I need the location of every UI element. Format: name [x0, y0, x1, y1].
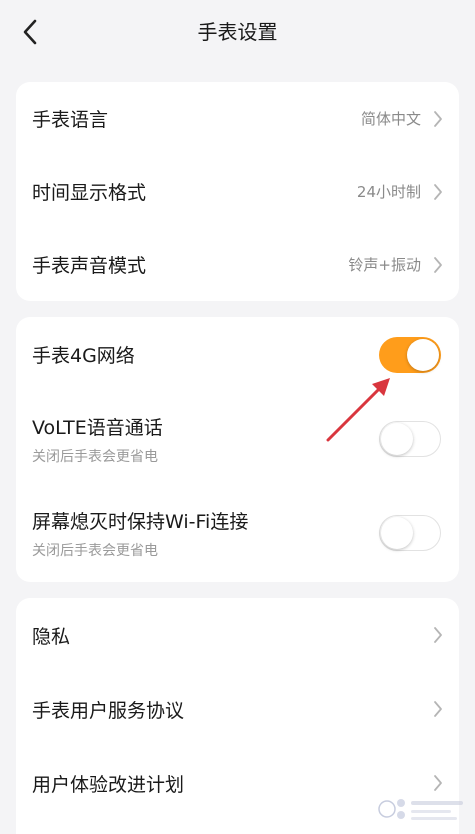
setting-row-sound-mode[interactable]: 手表声音模式 铃声+振动 [16, 228, 459, 301]
toggle-volte[interactable] [379, 421, 441, 457]
chevron-right-icon [431, 625, 445, 645]
setting-row-language[interactable]: 手表语言 简体中文 [16, 82, 459, 155]
setting-row-4g: 手表4G网络 [16, 317, 459, 393]
setting-row-volte: VoLTE语音通话 关闭后手表会更省电 [16, 393, 459, 483]
toggle-knob [381, 516, 413, 549]
chevron-right-icon [431, 699, 445, 719]
setting-value: 简体中文 [360, 110, 421, 128]
toggle-knob [407, 339, 439, 371]
settings-card-network: 手表4G网络 VoLTE语音通话 关闭后手表会更省电 屏幕熄灭时保持Wi-Fi连… [16, 317, 459, 582]
toggle-4g-network[interactable] [379, 337, 441, 373]
setting-value: 铃声+振动 [348, 256, 421, 274]
setting-label: VoLTE语音通话 [32, 417, 163, 439]
setting-row-time-format[interactable]: 时间显示格式 24小时制 [16, 155, 459, 228]
page-title: 手表设置 [197, 20, 278, 44]
setting-label: 用户体验改进计划 [32, 773, 185, 796]
setting-subtext: 关闭后手表会更省电 [32, 543, 158, 559]
setting-label: 隐私 [32, 625, 71, 648]
setting-label: 手表声音模式 [32, 255, 147, 277]
chevron-right-icon [431, 182, 445, 202]
header: 手表设置 [0, 0, 475, 64]
chevron-right-icon [431, 255, 445, 275]
setting-label: 手表语言 [32, 109, 109, 131]
toggle-knob [381, 422, 413, 455]
setting-label: 手表用户服务协议 [32, 699, 185, 722]
setting-value: 24小时制 [356, 183, 421, 201]
chevron-right-icon [431, 773, 445, 793]
setting-row-wifi-keep: 屏幕熄灭时保持Wi-Fi连接 关闭后手表会更省电 [16, 487, 459, 582]
setting-label: 手表4G网络 [32, 345, 135, 367]
chevron-right-icon [431, 109, 445, 129]
setting-label: 屏幕熄灭时保持Wi-Fi连接 [32, 511, 249, 533]
setting-label: 时间显示格式 [32, 182, 147, 204]
setting-subtext: 关闭后手表会更省电 [32, 449, 158, 465]
watermark-logo-icon [378, 799, 463, 820]
settings-card-general: 手表语言 简体中文 时间显示格式 24小时制 手表声音模式 铃声+振动 [16, 82, 459, 301]
setting-row-privacy[interactable]: 隐私 [16, 598, 459, 672]
setting-row-user-agreement[interactable]: 手表用户服务协议 [16, 672, 459, 746]
toggle-wifi-keep[interactable] [379, 515, 441, 551]
